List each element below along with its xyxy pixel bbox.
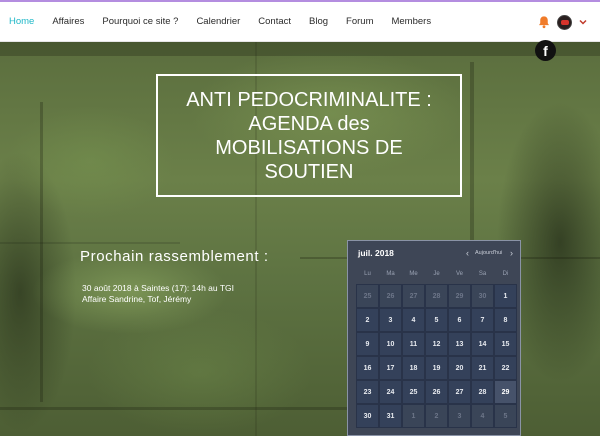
weekday-row: Lu Ma Me Je Ve Sa Di (356, 271, 517, 277)
calendar-day[interactable]: 14 (471, 332, 494, 356)
nav-item-home[interactable]: Home (0, 2, 43, 42)
nav-item-forum[interactable]: Forum (337, 2, 382, 42)
calendar-day[interactable]: 28 (425, 284, 448, 308)
calendar-day[interactable]: 23 (356, 380, 379, 404)
calendar-day[interactable]: 27 (402, 284, 425, 308)
calendar-day[interactable]: 5 (494, 404, 517, 428)
hero-title-box: ANTI PEDOCRIMINALITE : AGENDA des MOBILI… (156, 74, 462, 197)
calendar-day[interactable]: 25 (356, 284, 379, 308)
calendar-day[interactable]: 26 (379, 284, 402, 308)
next-event-details: 30 août 2018 à Saintes (17): 14h au TGI … (82, 283, 234, 305)
calendar-month: juil. 2018 (358, 248, 394, 258)
calendar-day[interactable]: 19 (425, 356, 448, 380)
calendar-day[interactable]: 21 (471, 356, 494, 380)
calendar-day[interactable]: 28 (471, 380, 494, 404)
weekday-label: Ma (386, 271, 395, 277)
calendar-day[interactable]: 16 (356, 356, 379, 380)
next-month-icon[interactable]: › (510, 248, 513, 258)
calendar-day[interactable]: 2 (425, 404, 448, 428)
calendar-day[interactable]: 5 (425, 308, 448, 332)
nav-item-members[interactable]: Members (382, 2, 440, 42)
calendar-day[interactable]: 10 (379, 332, 402, 356)
today-button[interactable]: Aujourd'hui (475, 250, 502, 256)
calendar-day[interactable]: 25 (402, 380, 425, 404)
nav-item-pourquoi[interactable]: Pourquoi ce site ? (93, 2, 187, 42)
calendar-day[interactable]: 15 (494, 332, 517, 356)
calendar-day[interactable]: 12 (425, 332, 448, 356)
calendar-day[interactable]: 2 (356, 308, 379, 332)
chevron-down-icon[interactable] (578, 17, 588, 27)
next-event-heading: Prochain rassemblement : (80, 248, 269, 265)
weekday-label: Di (502, 271, 509, 277)
weekday-label: Lu (364, 271, 371, 277)
calendar-day[interactable]: 31 (379, 404, 402, 428)
facebook-icon[interactable]: f (535, 40, 556, 61)
event-line-1: 30 août 2018 à Saintes (17): 14h au TGI (82, 283, 235, 293)
calendar-day[interactable]: 30 (471, 284, 494, 308)
calendar-day[interactable]: 6 (448, 308, 471, 332)
weekday-label: Sa (478, 271, 487, 277)
calendar-day[interactable]: 7 (471, 308, 494, 332)
calendar-day[interactable]: 13 (448, 332, 471, 356)
nav-item-affaires[interactable]: Affaires (43, 2, 93, 42)
nav-item-contact[interactable]: Contact (249, 2, 300, 42)
weekday-label: Ve (455, 271, 463, 277)
nav-item-calendrier[interactable]: Calendrier (187, 2, 249, 42)
weekday-label: Je (433, 271, 440, 277)
nav-menu: Home Affaires Pourquoi ce site ? Calendr… (0, 2, 440, 42)
avatar[interactable] (557, 14, 572, 30)
calendar-day[interactable]: 9 (356, 332, 379, 356)
event-line-2: Affaire Sandrine, Tof, Jérémy (82, 294, 192, 304)
nav-item-blog[interactable]: Blog (300, 2, 337, 42)
calendar-day[interactable]: 4 (471, 404, 494, 428)
member-area (537, 2, 588, 42)
hero-title: ANTI PEDOCRIMINALITE : AGENDA des MOBILI… (186, 88, 432, 183)
calendar-day[interactable]: 4 (402, 308, 425, 332)
calendar-day[interactable]: 17 (379, 356, 402, 380)
calendar-day[interactable]: 30 (356, 404, 379, 428)
calendar-day[interactable]: 1 (494, 284, 517, 308)
calendar-header: juil. 2018 ‹ Aujourd'hui › (348, 241, 520, 265)
calendar-day[interactable]: 29 (448, 284, 471, 308)
calendar-day[interactable]: 29 (494, 380, 517, 404)
calendar-day[interactable]: 26 (425, 380, 448, 404)
site-header: Home Affaires Pourquoi ce site ? Calendr… (0, 2, 600, 42)
calendar-widget: juil. 2018 ‹ Aujourd'hui › Lu Ma Me Je Ve Sa D… (347, 240, 521, 436)
calendar-day[interactable]: 3 (448, 404, 471, 428)
prev-month-icon[interactable]: ‹ (466, 248, 469, 258)
bell-icon[interactable] (537, 15, 551, 29)
calendar-grid: 25 26 27 28 29 30 1 2 3 4 5 6 7 8 9 10 11 12 13 14 15 16 17 18 1… (356, 284, 517, 428)
calendar-day[interactable]: 11 (402, 332, 425, 356)
calendar-day[interactable]: 3 (379, 308, 402, 332)
calendar-day[interactable]: 22 (494, 356, 517, 380)
calendar-day[interactable]: 27 (448, 380, 471, 404)
calendar-day[interactable]: 24 (379, 380, 402, 404)
weekday-label: Me (409, 271, 418, 277)
calendar-day[interactable]: 20 (448, 356, 471, 380)
calendar-day[interactable]: 1 (402, 404, 425, 428)
calendar-day[interactable]: 18 (402, 356, 425, 380)
calendar-day[interactable]: 8 (494, 308, 517, 332)
